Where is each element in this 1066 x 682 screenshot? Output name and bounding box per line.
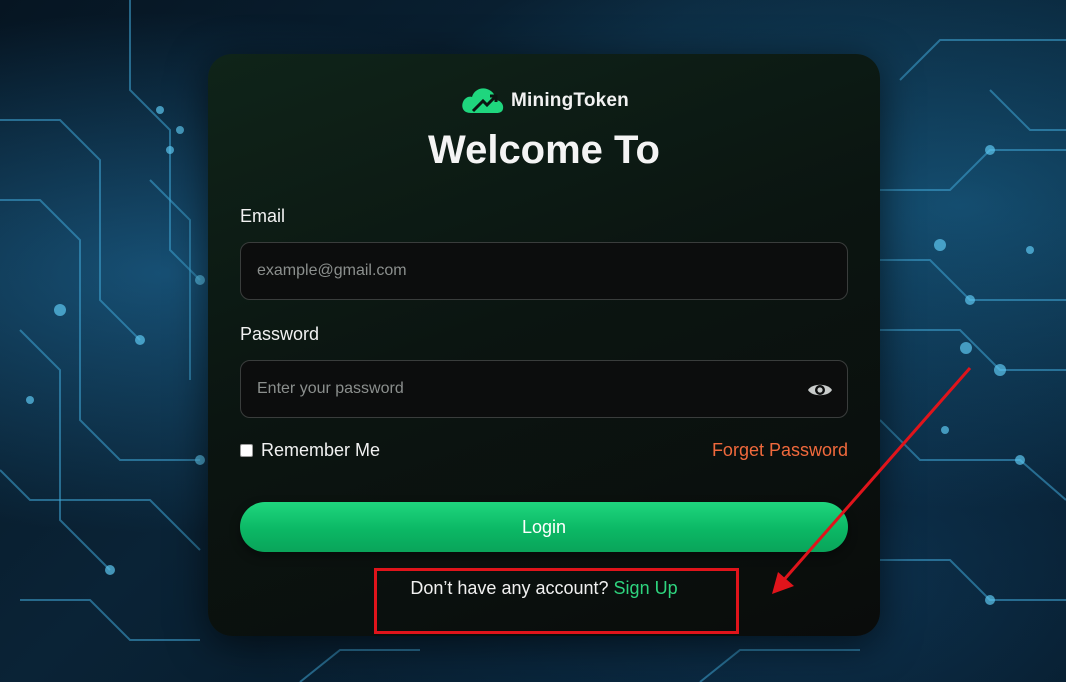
password-label: Password: [240, 324, 320, 344]
email-field-container: [240, 242, 848, 300]
brand-logo: MiningToken: [208, 84, 880, 118]
login-card: MiningToken Welcome To Email Password Re…: [208, 54, 880, 636]
password-field[interactable]: [257, 361, 797, 417]
cloud-arrow-icon: [462, 88, 504, 113]
password-field-container: [240, 360, 848, 418]
remember-label: Remember Me: [261, 440, 381, 460]
forgot-password-link[interactable]: Forget Password: [712, 440, 848, 461]
eye-icon[interactable]: [807, 378, 833, 402]
login-button[interactable]: Login: [240, 502, 848, 552]
remember-checkbox[interactable]: [240, 444, 253, 457]
brand-name: MiningToken: [511, 90, 629, 111]
email-field[interactable]: [257, 243, 797, 299]
page-title: Welcome To: [428, 128, 660, 172]
remember-me[interactable]: Remember Me: [240, 440, 380, 461]
annotation-highlight-box: [374, 568, 739, 634]
email-label: Email: [240, 206, 286, 226]
